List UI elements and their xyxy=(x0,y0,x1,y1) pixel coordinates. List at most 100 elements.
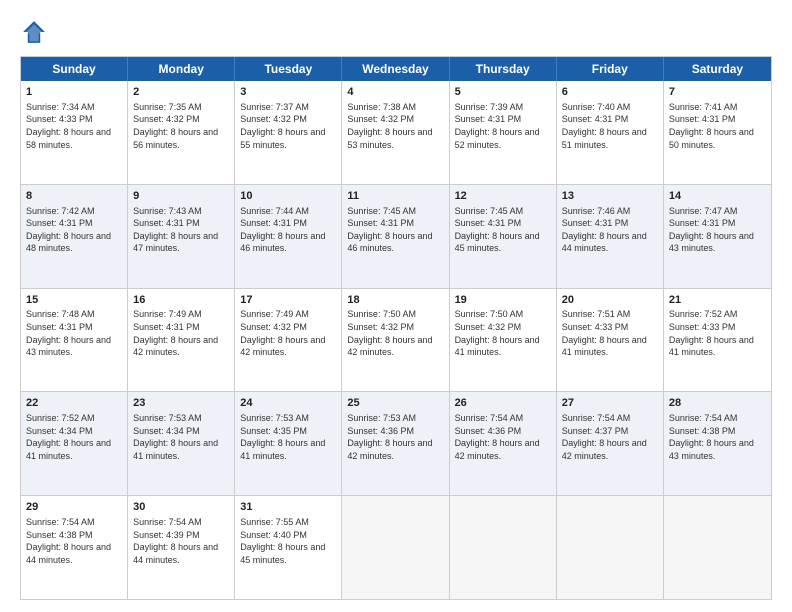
calendar-day-cell: 3Sunrise: 7:37 AM Sunset: 4:32 PM Daylig… xyxy=(235,81,342,184)
calendar-day-cell: 21Sunrise: 7:52 AM Sunset: 4:33 PM Dayli… xyxy=(664,289,771,392)
day-number: 5 xyxy=(455,85,551,100)
calendar-day-cell: 24Sunrise: 7:53 AM Sunset: 4:35 PM Dayli… xyxy=(235,392,342,495)
calendar-week-row: 22Sunrise: 7:52 AM Sunset: 4:34 PM Dayli… xyxy=(21,392,771,496)
empty-cell xyxy=(664,496,771,599)
day-number: 1 xyxy=(26,85,122,100)
day-number: 2 xyxy=(133,85,229,100)
day-info: Sunrise: 7:41 AM Sunset: 4:31 PM Dayligh… xyxy=(669,101,766,151)
day-info: Sunrise: 7:52 AM Sunset: 4:33 PM Dayligh… xyxy=(669,308,766,358)
logo-icon xyxy=(20,18,48,46)
day-number: 22 xyxy=(26,396,122,411)
day-number: 21 xyxy=(669,293,766,308)
calendar-day-cell: 17Sunrise: 7:49 AM Sunset: 4:32 PM Dayli… xyxy=(235,289,342,392)
calendar-day-cell: 19Sunrise: 7:50 AM Sunset: 4:32 PM Dayli… xyxy=(450,289,557,392)
empty-cell xyxy=(450,496,557,599)
day-info: Sunrise: 7:35 AM Sunset: 4:32 PM Dayligh… xyxy=(133,101,229,151)
day-number: 15 xyxy=(26,293,122,308)
day-number: 25 xyxy=(347,396,443,411)
weekday-header: Thursday xyxy=(450,57,557,81)
calendar-day-cell: 26Sunrise: 7:54 AM Sunset: 4:36 PM Dayli… xyxy=(450,392,557,495)
page-header xyxy=(20,18,772,46)
day-number: 8 xyxy=(26,189,122,204)
calendar-day-cell: 11Sunrise: 7:45 AM Sunset: 4:31 PM Dayli… xyxy=(342,185,449,288)
day-info: Sunrise: 7:54 AM Sunset: 4:38 PM Dayligh… xyxy=(669,412,766,462)
calendar-day-cell: 6Sunrise: 7:40 AM Sunset: 4:31 PM Daylig… xyxy=(557,81,664,184)
day-info: Sunrise: 7:53 AM Sunset: 4:36 PM Dayligh… xyxy=(347,412,443,462)
calendar-week-row: 8Sunrise: 7:42 AM Sunset: 4:31 PM Daylig… xyxy=(21,185,771,289)
day-number: 9 xyxy=(133,189,229,204)
calendar: SundayMondayTuesdayWednesdayThursdayFrid… xyxy=(20,56,772,600)
day-info: Sunrise: 7:50 AM Sunset: 4:32 PM Dayligh… xyxy=(455,308,551,358)
calendar-day-cell: 27Sunrise: 7:54 AM Sunset: 4:37 PM Dayli… xyxy=(557,392,664,495)
calendar-day-cell: 29Sunrise: 7:54 AM Sunset: 4:38 PM Dayli… xyxy=(21,496,128,599)
day-number: 14 xyxy=(669,189,766,204)
day-info: Sunrise: 7:49 AM Sunset: 4:31 PM Dayligh… xyxy=(133,308,229,358)
calendar-day-cell: 13Sunrise: 7:46 AM Sunset: 4:31 PM Dayli… xyxy=(557,185,664,288)
day-info: Sunrise: 7:34 AM Sunset: 4:33 PM Dayligh… xyxy=(26,101,122,151)
calendar-day-cell: 1Sunrise: 7:34 AM Sunset: 4:33 PM Daylig… xyxy=(21,81,128,184)
day-number: 23 xyxy=(133,396,229,411)
day-number: 4 xyxy=(347,85,443,100)
day-info: Sunrise: 7:40 AM Sunset: 4:31 PM Dayligh… xyxy=(562,101,658,151)
day-info: Sunrise: 7:39 AM Sunset: 4:31 PM Dayligh… xyxy=(455,101,551,151)
calendar-day-cell: 30Sunrise: 7:54 AM Sunset: 4:39 PM Dayli… xyxy=(128,496,235,599)
weekday-header: Tuesday xyxy=(235,57,342,81)
calendar-week-row: 29Sunrise: 7:54 AM Sunset: 4:38 PM Dayli… xyxy=(21,496,771,599)
calendar-day-cell: 4Sunrise: 7:38 AM Sunset: 4:32 PM Daylig… xyxy=(342,81,449,184)
day-number: 17 xyxy=(240,293,336,308)
calendar-day-cell: 7Sunrise: 7:41 AM Sunset: 4:31 PM Daylig… xyxy=(664,81,771,184)
day-number: 16 xyxy=(133,293,229,308)
day-info: Sunrise: 7:44 AM Sunset: 4:31 PM Dayligh… xyxy=(240,205,336,255)
day-number: 19 xyxy=(455,293,551,308)
weekday-header: Sunday xyxy=(21,57,128,81)
calendar-week-row: 1Sunrise: 7:34 AM Sunset: 4:33 PM Daylig… xyxy=(21,81,771,185)
day-info: Sunrise: 7:53 AM Sunset: 4:34 PM Dayligh… xyxy=(133,412,229,462)
calendar-day-cell: 10Sunrise: 7:44 AM Sunset: 4:31 PM Dayli… xyxy=(235,185,342,288)
empty-cell xyxy=(342,496,449,599)
calendar-day-cell: 28Sunrise: 7:54 AM Sunset: 4:38 PM Dayli… xyxy=(664,392,771,495)
empty-cell xyxy=(557,496,664,599)
calendar-page: SundayMondayTuesdayWednesdayThursdayFrid… xyxy=(0,0,792,612)
calendar-day-cell: 25Sunrise: 7:53 AM Sunset: 4:36 PM Dayli… xyxy=(342,392,449,495)
calendar-day-cell: 12Sunrise: 7:45 AM Sunset: 4:31 PM Dayli… xyxy=(450,185,557,288)
weekday-header: Monday xyxy=(128,57,235,81)
calendar-day-cell: 9Sunrise: 7:43 AM Sunset: 4:31 PM Daylig… xyxy=(128,185,235,288)
day-number: 3 xyxy=(240,85,336,100)
day-info: Sunrise: 7:46 AM Sunset: 4:31 PM Dayligh… xyxy=(562,205,658,255)
day-number: 18 xyxy=(347,293,443,308)
day-number: 7 xyxy=(669,85,766,100)
calendar-day-cell: 22Sunrise: 7:52 AM Sunset: 4:34 PM Dayli… xyxy=(21,392,128,495)
day-info: Sunrise: 7:45 AM Sunset: 4:31 PM Dayligh… xyxy=(455,205,551,255)
day-info: Sunrise: 7:50 AM Sunset: 4:32 PM Dayligh… xyxy=(347,308,443,358)
weekday-header: Friday xyxy=(557,57,664,81)
calendar-day-cell: 2Sunrise: 7:35 AM Sunset: 4:32 PM Daylig… xyxy=(128,81,235,184)
day-info: Sunrise: 7:37 AM Sunset: 4:32 PM Dayligh… xyxy=(240,101,336,151)
weekday-header: Saturday xyxy=(664,57,771,81)
day-number: 24 xyxy=(240,396,336,411)
day-number: 10 xyxy=(240,189,336,204)
calendar-day-cell: 15Sunrise: 7:48 AM Sunset: 4:31 PM Dayli… xyxy=(21,289,128,392)
day-info: Sunrise: 7:52 AM Sunset: 4:34 PM Dayligh… xyxy=(26,412,122,462)
day-info: Sunrise: 7:43 AM Sunset: 4:31 PM Dayligh… xyxy=(133,205,229,255)
day-info: Sunrise: 7:54 AM Sunset: 4:39 PM Dayligh… xyxy=(133,516,229,566)
day-number: 26 xyxy=(455,396,551,411)
logo xyxy=(20,18,52,46)
calendar-week-row: 15Sunrise: 7:48 AM Sunset: 4:31 PM Dayli… xyxy=(21,289,771,393)
day-info: Sunrise: 7:49 AM Sunset: 4:32 PM Dayligh… xyxy=(240,308,336,358)
day-number: 11 xyxy=(347,189,443,204)
day-info: Sunrise: 7:53 AM Sunset: 4:35 PM Dayligh… xyxy=(240,412,336,462)
day-info: Sunrise: 7:47 AM Sunset: 4:31 PM Dayligh… xyxy=(669,205,766,255)
calendar-day-cell: 8Sunrise: 7:42 AM Sunset: 4:31 PM Daylig… xyxy=(21,185,128,288)
day-number: 27 xyxy=(562,396,658,411)
calendar-body: 1Sunrise: 7:34 AM Sunset: 4:33 PM Daylig… xyxy=(21,81,771,599)
calendar-day-cell: 18Sunrise: 7:50 AM Sunset: 4:32 PM Dayli… xyxy=(342,289,449,392)
calendar-day-cell: 23Sunrise: 7:53 AM Sunset: 4:34 PM Dayli… xyxy=(128,392,235,495)
day-info: Sunrise: 7:54 AM Sunset: 4:38 PM Dayligh… xyxy=(26,516,122,566)
day-number: 6 xyxy=(562,85,658,100)
day-info: Sunrise: 7:48 AM Sunset: 4:31 PM Dayligh… xyxy=(26,308,122,358)
day-info: Sunrise: 7:42 AM Sunset: 4:31 PM Dayligh… xyxy=(26,205,122,255)
weekday-header: Wednesday xyxy=(342,57,449,81)
day-info: Sunrise: 7:55 AM Sunset: 4:40 PM Dayligh… xyxy=(240,516,336,566)
day-info: Sunrise: 7:51 AM Sunset: 4:33 PM Dayligh… xyxy=(562,308,658,358)
day-info: Sunrise: 7:54 AM Sunset: 4:36 PM Dayligh… xyxy=(455,412,551,462)
